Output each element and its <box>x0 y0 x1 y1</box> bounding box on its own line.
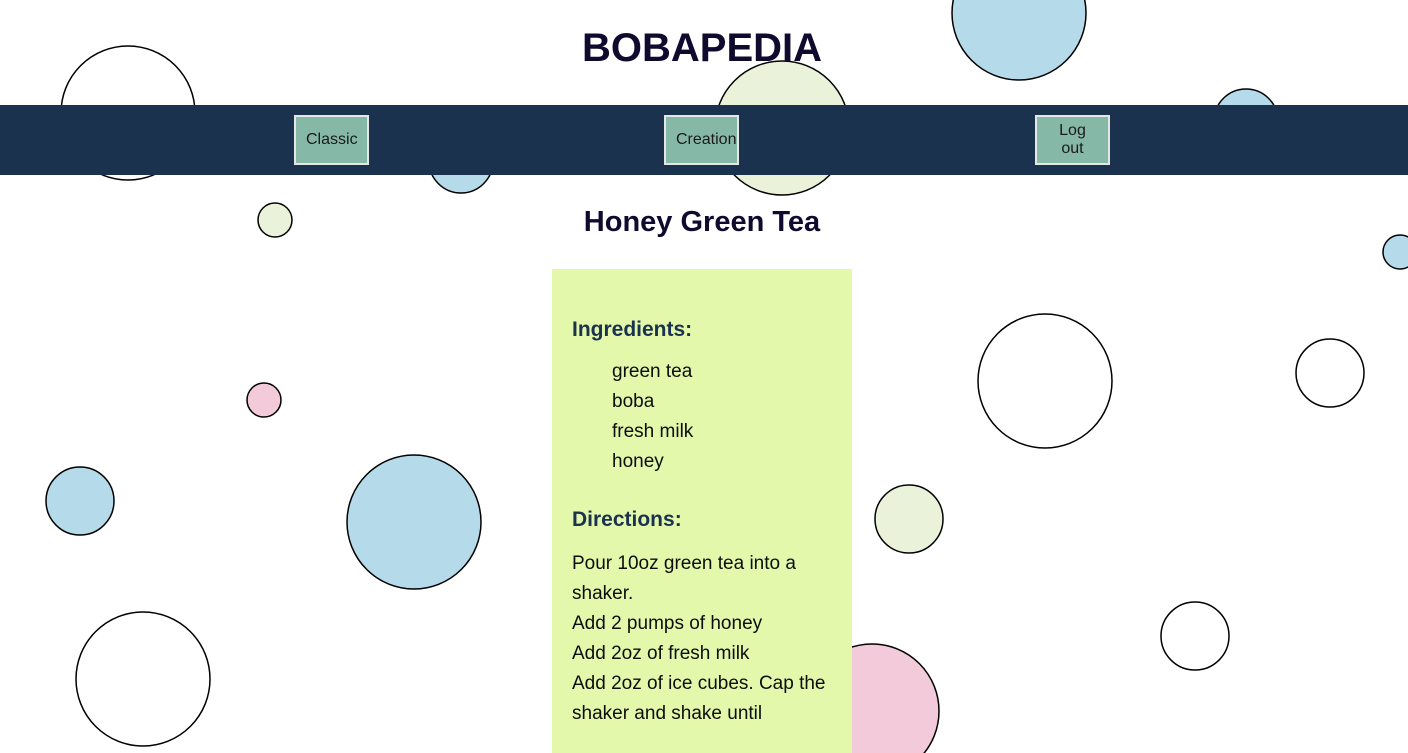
directions-text: Pour 10oz green tea into a shaker. Add 2… <box>572 549 832 729</box>
site-title: BOBAPEDIA <box>581 26 823 70</box>
page: BOBAPEDIA Classic Creation Log out Honey… <box>0 0 1408 753</box>
bubble-circle <box>1160 601 1230 671</box>
bubble-circle <box>346 454 482 590</box>
directions-heading: Directions: <box>572 508 682 531</box>
recipe-card: Ingredients: green tea boba fresh milk h… <box>552 269 852 753</box>
recipe-title: Honey Green Tea <box>583 206 821 238</box>
bubble-circle <box>246 382 282 418</box>
ingredient-item: boba <box>612 391 655 412</box>
ingredient-item: fresh milk <box>612 421 694 442</box>
logout-button[interactable]: Log out <box>1035 115 1110 165</box>
bubble-circle <box>75 611 211 747</box>
ingredients-heading: Ingredients: <box>572 318 693 341</box>
bubble-circle <box>45 466 115 536</box>
ingredients-list: green tea boba fresh milk honey <box>572 357 832 477</box>
creation-button[interactable]: Creation <box>664 115 739 165</box>
bubble-circle <box>874 484 944 554</box>
bubble-circle <box>1295 338 1365 408</box>
ingredient-item: green tea <box>612 361 693 382</box>
direction-step: Add 2oz of ice cubes. Cap the shaker and… <box>572 673 826 724</box>
direction-step: Add 2 pumps of honey <box>572 613 763 634</box>
direction-step: Add 2oz of fresh milk <box>572 643 750 664</box>
classic-button[interactable]: Classic <box>294 115 369 165</box>
ingredient-item: honey <box>612 451 664 472</box>
direction-step: Pour 10oz green tea into a shaker. <box>572 553 796 604</box>
bubble-circle <box>977 313 1113 449</box>
